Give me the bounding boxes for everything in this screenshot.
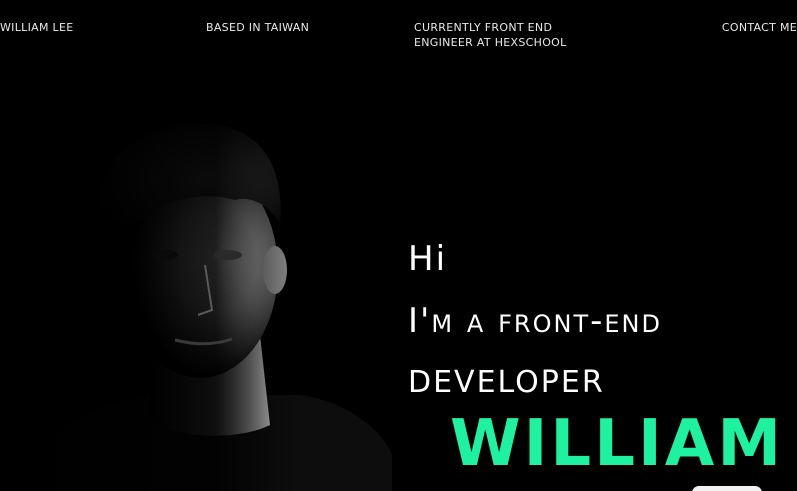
hero-text: Hi I'm a front-end developer [408, 228, 797, 414]
hero-intro: I'm a front-end [408, 301, 662, 341]
nav-role-line-1: CURRENTLY FRONT END [414, 21, 553, 34]
nav-location-text: BASED IN TAIWAN [206, 21, 310, 34]
portrait-image [0, 95, 392, 491]
nav-name-link[interactable]: WILLIAM LEE [0, 20, 73, 35]
scroll-indicator[interactable] [692, 486, 762, 491]
nav-role-text: CURRENTLY FRONT END ENGINEER AT HEXSCHOO… [414, 20, 567, 50]
contact-me-link[interactable]: CONTACT ME [722, 20, 797, 35]
hero-greeting: Hi [408, 239, 448, 279]
nav-role-line-2: ENGINEER AT HEXSCHOOL [414, 36, 567, 49]
hero-name: William [450, 407, 784, 481]
